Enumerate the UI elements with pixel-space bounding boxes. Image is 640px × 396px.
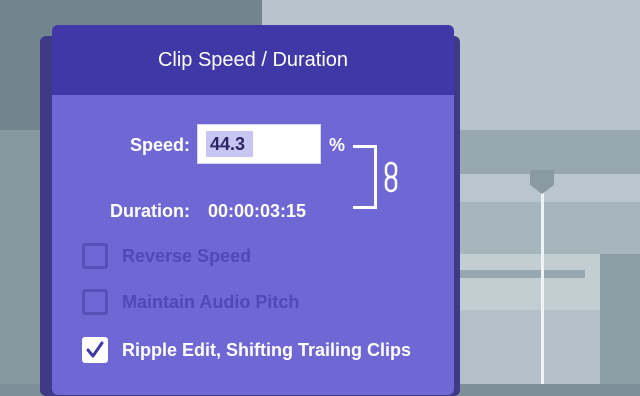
clip-speed-dialog: Clip Speed / Duration Speed: 44.3 % Dura… — [52, 25, 454, 395]
playhead-line — [541, 192, 544, 384]
maintain-audio-pitch-label: Maintain Audio Pitch — [122, 291, 300, 312]
checkmark-icon — [86, 341, 104, 358]
speed-value[interactable]: 44.3 — [206, 131, 254, 157]
ripple-edit-option: Ripple Edit, Shifting Trailing Clips — [82, 337, 411, 363]
chain-link-icon[interactable] — [383, 161, 399, 193]
timeline-clip[interactable] — [600, 254, 640, 384]
maintain-audio-pitch-option: Maintain Audio Pitch — [82, 289, 299, 315]
timeline-track — [455, 202, 640, 254]
duration-value[interactable]: 00:00:03:15 — [208, 201, 306, 222]
ripple-edit-checkbox[interactable] — [82, 337, 108, 363]
reverse-speed-option: Reverse Speed — [82, 243, 251, 269]
maintain-audio-pitch-checkbox[interactable] — [82, 289, 108, 315]
panel-edge — [0, 130, 40, 384]
reverse-speed-checkbox[interactable] — [82, 243, 108, 269]
percent-sign: % — [329, 135, 346, 155]
dialog-title: Clip Speed / Duration — [52, 25, 454, 95]
duration-label: Duration: — [110, 201, 190, 221]
reverse-speed-label: Reverse Speed — [122, 245, 252, 266]
ripple-edit-label: Ripple Edit, Shifting Trailing Clips — [122, 339, 412, 360]
timeline-ruler — [455, 130, 640, 174]
speed-label: Speed: — [129, 135, 190, 155]
timeline-clip-bar — [455, 270, 585, 278]
link-bracket — [353, 145, 377, 209]
speed-input[interactable]: 44.3 — [197, 124, 321, 164]
